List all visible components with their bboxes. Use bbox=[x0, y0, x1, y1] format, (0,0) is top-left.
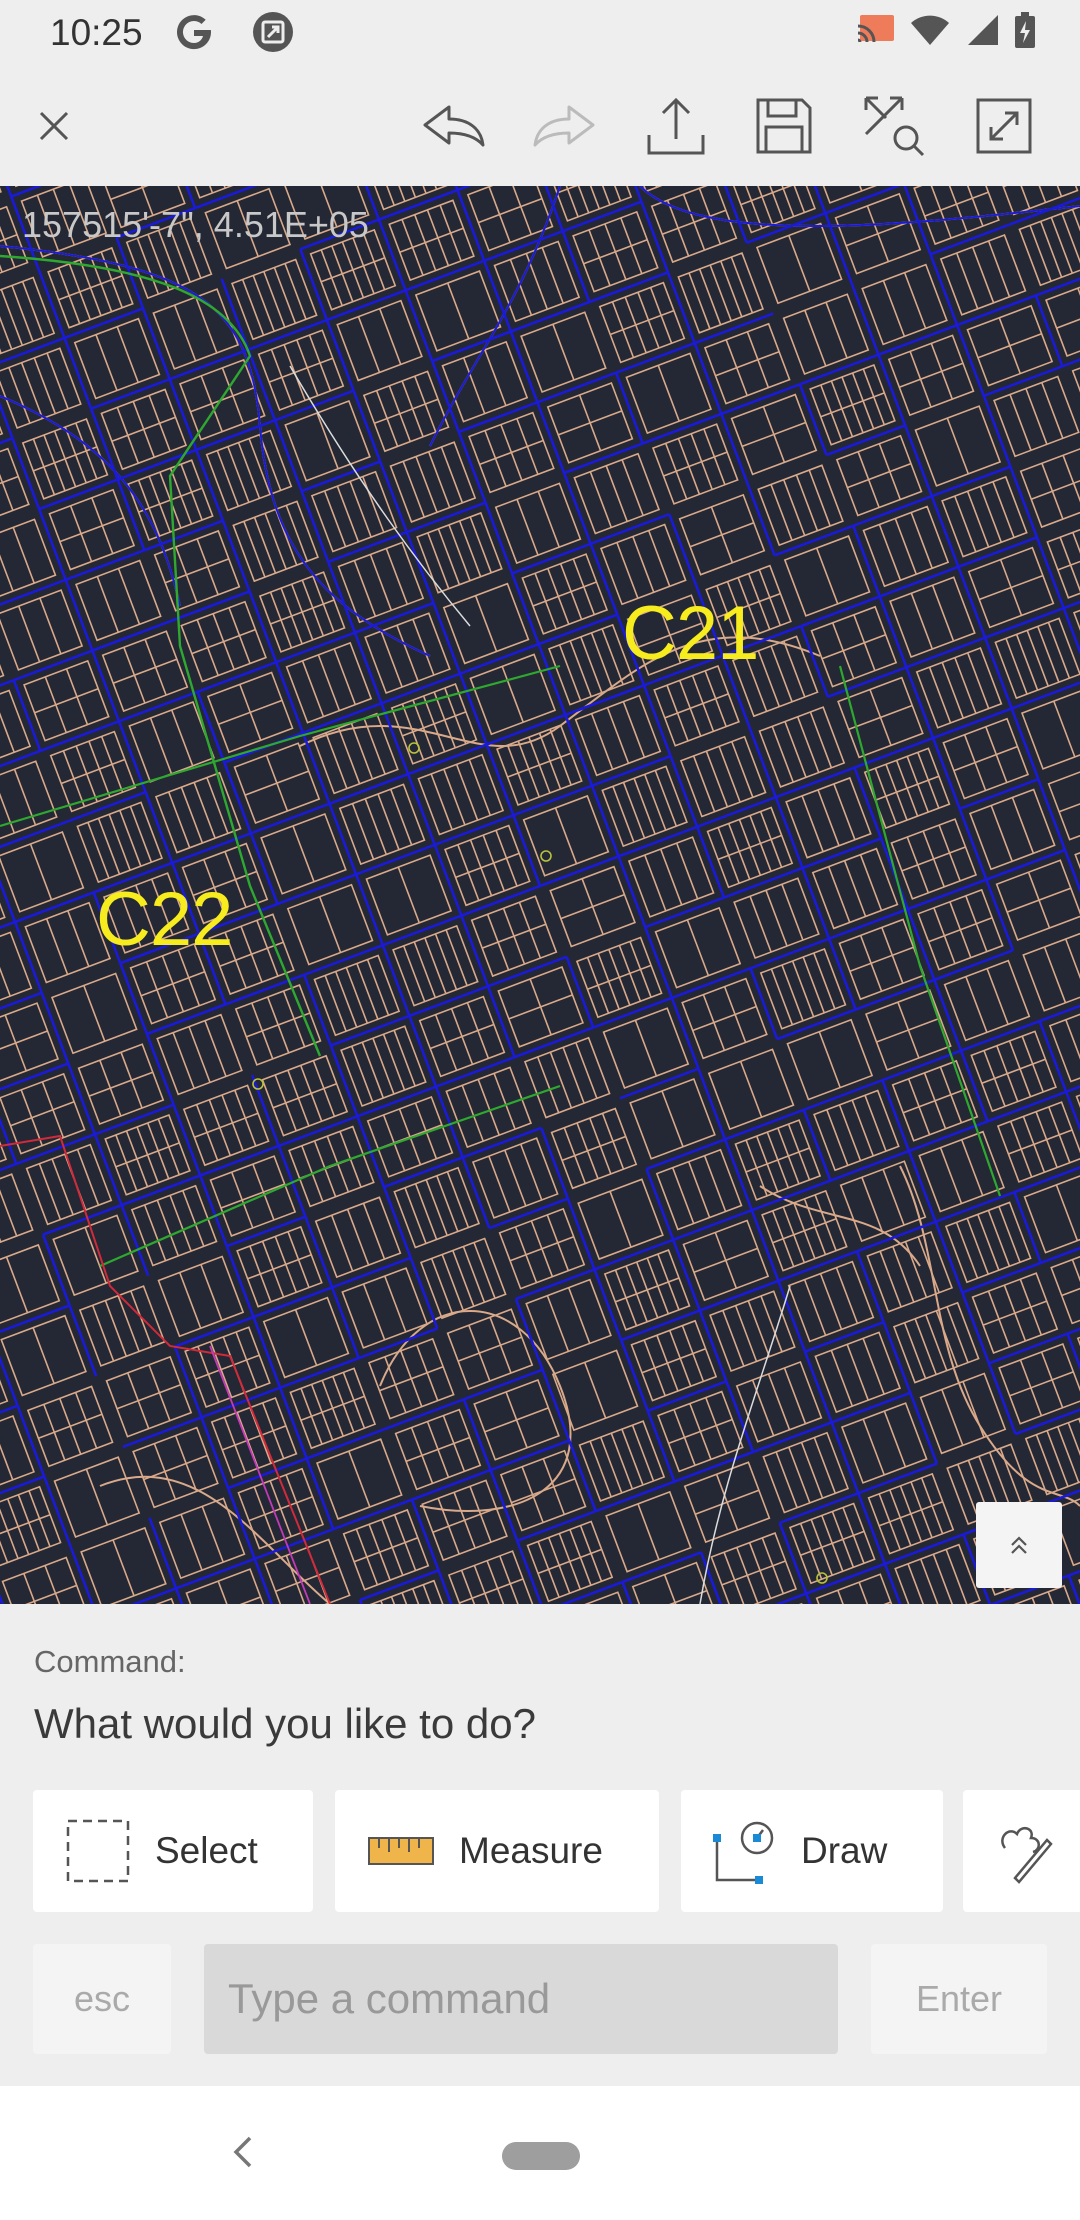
signal-icon bbox=[964, 13, 1000, 52]
zone-label-c21: C21 bbox=[622, 591, 759, 676]
zone-label-c22: C22 bbox=[96, 877, 233, 962]
sketch-icon bbox=[1001, 1826, 1053, 1884]
ruler-icon bbox=[368, 1837, 434, 1865]
undo-icon bbox=[423, 105, 485, 147]
screenshot-icon bbox=[252, 11, 294, 58]
close-button[interactable] bbox=[12, 84, 96, 168]
zoom-extents-button[interactable] bbox=[852, 84, 936, 168]
redo-icon bbox=[533, 105, 595, 147]
cursor-coordinates: 157515'-7", 4.51E+05 bbox=[22, 204, 369, 245]
save-button[interactable] bbox=[742, 84, 826, 168]
command-prompt: What would you like to do? bbox=[34, 1700, 536, 1747]
google-icon bbox=[172, 10, 216, 59]
measure-tool-label: Measure bbox=[459, 1830, 603, 1871]
home-pill[interactable] bbox=[502, 2142, 580, 2170]
status-bar: 10:25 bbox=[0, 0, 1080, 66]
toolbar bbox=[0, 66, 1080, 186]
drawing-canvas[interactable]: 157515'-7", 4.51E+05 C21 C22 bbox=[0, 186, 1080, 1604]
zoom-extents-icon bbox=[864, 96, 925, 157]
close-icon bbox=[39, 111, 69, 141]
undo-button[interactable] bbox=[412, 84, 496, 168]
back-icon bbox=[233, 2136, 252, 2168]
select-box-icon bbox=[66, 1819, 130, 1883]
redo-button[interactable] bbox=[522, 84, 606, 168]
save-icon bbox=[756, 98, 812, 154]
command-input[interactable] bbox=[204, 1944, 838, 2054]
esc-button[interactable]: esc bbox=[33, 1944, 171, 2054]
tools-row[interactable]: Select Measure Draw bbox=[33, 1790, 1080, 1912]
navigation-bar bbox=[0, 2086, 1080, 2220]
select-tool-button[interactable]: Select bbox=[33, 1790, 313, 1912]
expand-panel-button[interactable] bbox=[976, 1502, 1062, 1588]
draw-tool-button[interactable]: Draw bbox=[681, 1790, 943, 1912]
draw-icon bbox=[713, 1821, 774, 1884]
share-icon bbox=[647, 97, 705, 155]
fullscreen-button[interactable] bbox=[962, 84, 1046, 168]
cast-icon bbox=[856, 12, 896, 53]
measure-tool-button[interactable]: Measure bbox=[335, 1790, 659, 1912]
share-button[interactable] bbox=[634, 84, 718, 168]
double-chevron-up-icon bbox=[1011, 1536, 1027, 1554]
battery-charging-icon bbox=[1014, 12, 1036, 53]
draw-tool-label: Draw bbox=[801, 1830, 888, 1871]
wifi-icon bbox=[910, 13, 950, 52]
status-time: 10:25 bbox=[50, 12, 143, 53]
select-tool-label: Select bbox=[155, 1830, 258, 1871]
command-panel: Command: What would you like to do? Sele… bbox=[0, 1604, 1080, 2086]
command-input-row: esc Enter bbox=[33, 1944, 1047, 2054]
command-label: Command: bbox=[34, 1644, 186, 1679]
sketch-tool-button[interactable] bbox=[963, 1790, 1080, 1912]
fullscreen-icon bbox=[976, 98, 1032, 154]
back-button[interactable] bbox=[222, 2132, 262, 2172]
enter-button[interactable]: Enter bbox=[871, 1944, 1047, 2054]
